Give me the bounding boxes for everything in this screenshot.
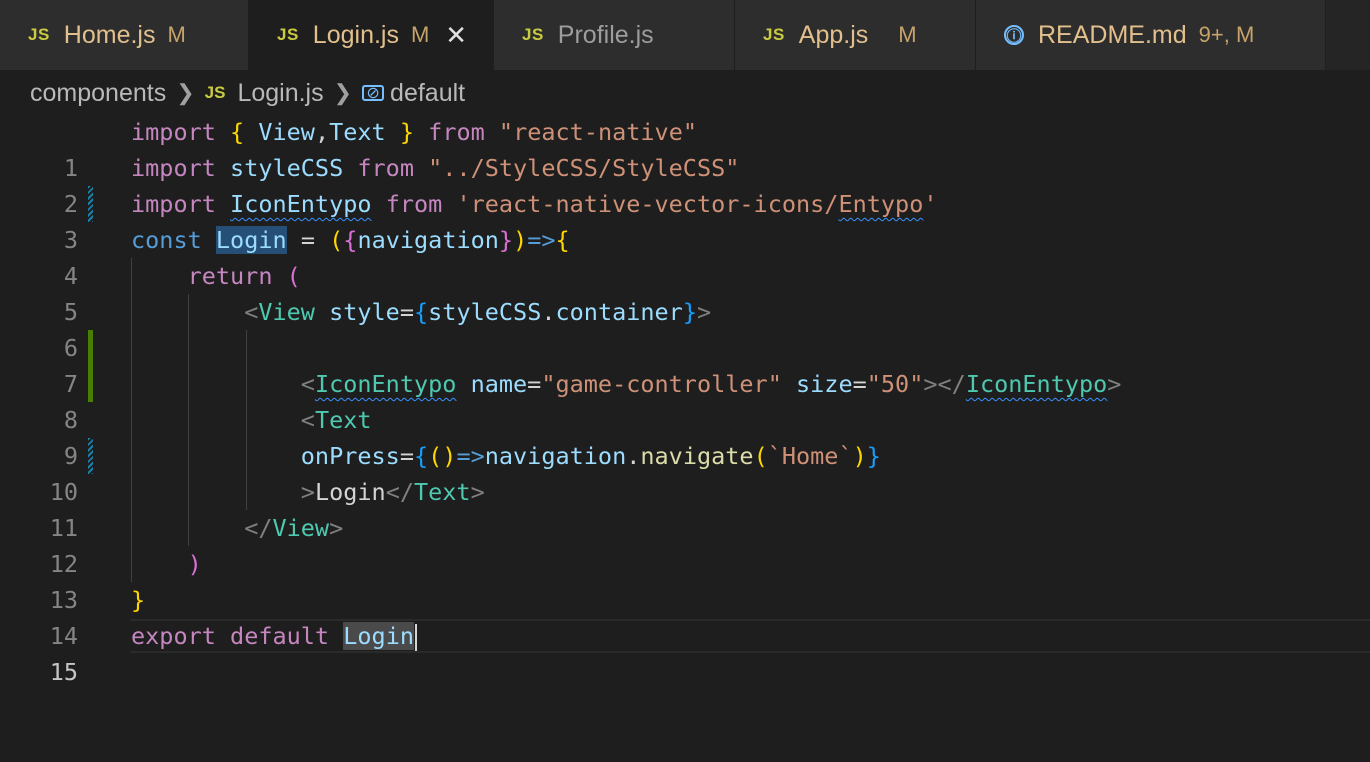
code-line: 14 }	[0, 582, 1370, 650]
breadcrumb: components ❯ JS Login.js ❯ ⊘ default	[30, 74, 465, 112]
chevron-right-icon: ❯	[333, 80, 353, 105]
tab-readme-md[interactable]: ⓘ README.md 9+, M	[976, 0, 1326, 70]
code-text: return (	[187, 262, 301, 290]
code-line: 10 onPress={()=>navigation.navigate(`Hom…	[0, 438, 1370, 506]
javascript-file-icon: JS	[204, 83, 226, 102]
code-text: const Login = ({navigation})=>{	[131, 226, 570, 254]
code-text: import IconEntypo from 'react-native-vec…	[131, 190, 938, 218]
breadcrumb-folder[interactable]: components	[30, 79, 166, 108]
breadcrumb-file[interactable]: Login.js	[237, 79, 323, 108]
symbol-variable-icon: ⊘	[362, 85, 385, 102]
code-text: export default Login	[131, 618, 417, 654]
code-text: <Text	[300, 406, 372, 434]
modified-badge: M	[410, 22, 430, 47]
code-line: 5 return (	[0, 258, 1370, 326]
editor-tab-bar: JS Home.js M JS Login.js M ✕ JS Profile.…	[0, 0, 1370, 70]
javascript-file-icon: JS	[522, 25, 544, 44]
code-text: </View>	[244, 514, 344, 542]
code-line: 4 const Login = ({navigation})=>{	[0, 222, 1370, 290]
code-line: 3 import IconEntypo from 'react-native-v…	[0, 186, 1370, 254]
code-text: import { View,Text } from "react-native"	[131, 118, 697, 146]
javascript-file-icon: JS	[277, 25, 299, 44]
modified-badge: M	[167, 22, 186, 47]
tab-label: Profile.js	[557, 20, 654, 49]
problems-badge: 9+, M	[1198, 22, 1255, 47]
code-line-current: 15 export default Login	[0, 618, 1370, 686]
tab-profile-js[interactable]: JS Profile.js	[494, 0, 735, 70]
tab-home-js[interactable]: JS Home.js M	[0, 0, 249, 70]
code-line: 12 </View>	[0, 510, 1370, 578]
code-text: onPress={()=>navigation.navigate(`Home`)…	[300, 442, 881, 470]
code-text: <View style={styleCSS.container}>	[244, 298, 712, 326]
tab-label: App.js	[798, 20, 869, 49]
tab-label: README.md	[1038, 20, 1187, 49]
tab-app-js[interactable]: JS App.js M	[735, 0, 976, 70]
info-icon: ⓘ	[1004, 25, 1024, 45]
code-line: 2 import styleCSS from "../StyleCSS/Styl…	[0, 150, 1370, 218]
tab-label: Home.js	[63, 20, 156, 49]
code-text: <IconEntypo name="game-controller" size=…	[300, 370, 1122, 398]
code-line: 6 <View style={styleCSS.container}>	[0, 294, 1370, 362]
code-line: 7	[0, 330, 1370, 398]
close-icon[interactable]: ✕	[445, 20, 467, 51]
code-line: 8 <IconEntypo name="game-controller" siz…	[0, 366, 1370, 434]
code-text: )	[187, 550, 202, 578]
code-line: 13 )	[0, 546, 1370, 614]
javascript-file-icon: JS	[28, 25, 50, 44]
text-cursor	[415, 623, 417, 652]
tab-label: Login.js	[312, 20, 399, 49]
code-line: 1 import { View,Text } from "react-nativ…	[0, 114, 1370, 182]
code-editor[interactable]: 1 import { View,Text } from "react-nativ…	[0, 114, 1370, 686]
modified-badge: M	[898, 22, 917, 47]
tab-login-js[interactable]: JS Login.js M ✕	[249, 0, 494, 70]
breadcrumb-symbol[interactable]: default	[390, 79, 465, 108]
code-text: >Login</Text>	[300, 478, 485, 506]
code-line: 9 <Text	[0, 402, 1370, 470]
code-text: }	[131, 586, 146, 614]
code-line: 11 >Login</Text>	[0, 474, 1370, 542]
code-text: import styleCSS from "../StyleCSS/StyleC…	[131, 154, 740, 182]
javascript-file-icon: JS	[763, 25, 785, 44]
chevron-right-icon: ❯	[176, 80, 195, 105]
line-number: 15	[49, 658, 78, 686]
